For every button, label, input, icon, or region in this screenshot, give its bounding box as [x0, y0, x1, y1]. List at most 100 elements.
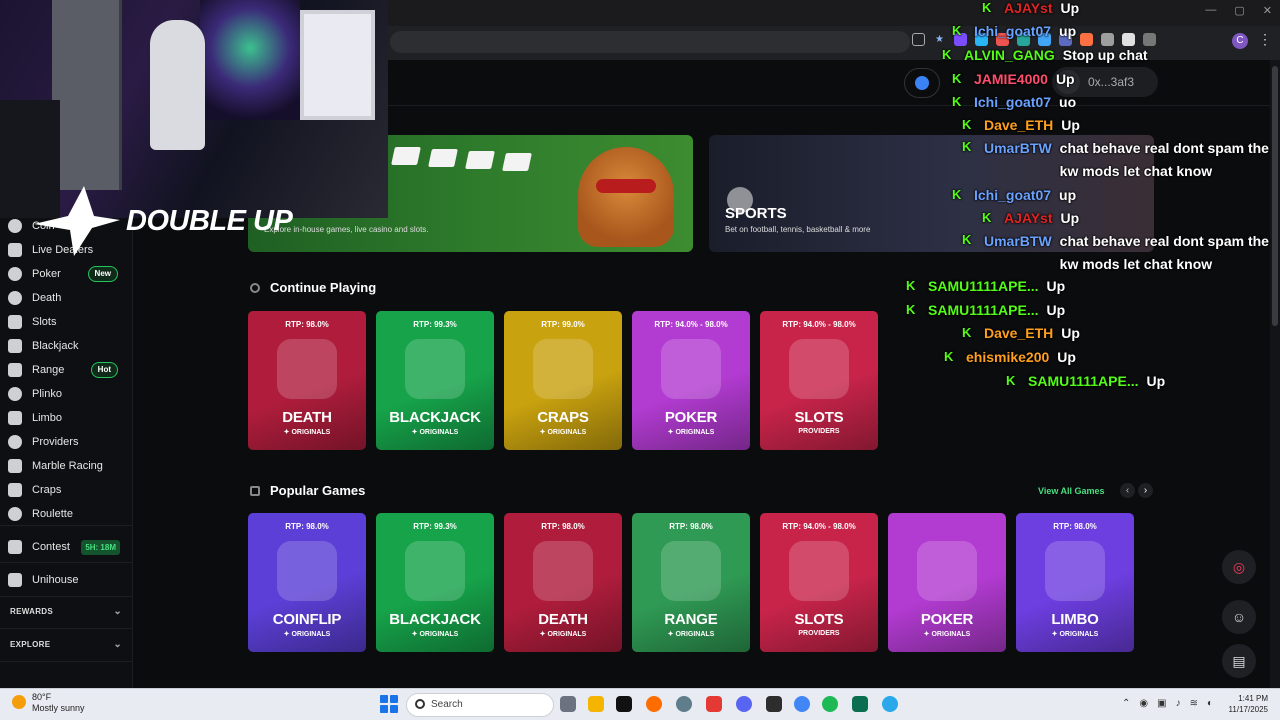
chevron-up-icon[interactable]: ⌃: [1122, 698, 1130, 709]
extension-icon[interactable]: [1017, 33, 1030, 46]
star-icon[interactable]: ★: [933, 33, 946, 46]
clock[interactable]: 1:41 PM 11/17/2025: [1216, 693, 1268, 715]
profile-avatar[interactable]: C: [1232, 33, 1248, 49]
game-card[interactable]: RTP: 99.0% CRAPS ✦ ORIGINALS: [504, 311, 622, 450]
game-category: PROVIDERS: [798, 428, 840, 435]
wifi-icon[interactable]: ≋: [1190, 698, 1198, 709]
firefox-icon[interactable]: [646, 696, 662, 712]
chat-icon[interactable]: ▤: [1222, 644, 1256, 678]
app-tray-icon[interactable]: ▣: [1157, 698, 1166, 709]
close-icon[interactable]: ✕: [1263, 4, 1272, 17]
network-icon[interactable]: ◉: [1139, 698, 1148, 709]
extension-icon[interactable]: [1038, 33, 1051, 46]
sidebar-item-roulette[interactable]: Roulette: [8, 503, 132, 525]
settings-icon[interactable]: [676, 696, 692, 712]
address-bar[interactable]: [390, 31, 910, 53]
game-card[interactable]: RTP: 98.0% RANGE ✦ ORIGINALS: [632, 513, 750, 652]
sidebar-item-range[interactable]: Range Hot: [8, 359, 132, 381]
sidebar-item-contest[interactable]: Contest 5H: 18M: [8, 536, 132, 558]
rewards-section-toggle[interactable]: REWARDS ⌄: [10, 606, 122, 617]
card-graphic: [428, 149, 458, 167]
spotify-icon[interactable]: [822, 696, 838, 712]
maximize-icon[interactable]: ▢: [1234, 4, 1244, 17]
game-card[interactable]: RTP: 98.0% LIMBO ✦ ORIGINALS: [1016, 513, 1134, 652]
sidebar-item-death[interactable]: Death: [8, 287, 132, 309]
sidebar-item-plinko[interactable]: Plinko: [8, 383, 132, 405]
game-card[interactable]: RTP: 99.3% BLACKJACK ✦ ORIGINALS: [376, 311, 494, 450]
more-menu-icon[interactable]: ⋮: [1258, 31, 1272, 48]
sidebar-item-craps[interactable]: Craps: [8, 479, 132, 501]
game-card[interactable]: RTP: 98.0% DEATH ✦ ORIGINALS: [504, 513, 622, 652]
sidebar-item-label: Blackjack: [32, 340, 79, 352]
scrollbar-thumb[interactable]: [1272, 66, 1278, 326]
game-artwork: [917, 541, 977, 601]
sidebar-item-providers[interactable]: Providers: [8, 431, 132, 453]
swirl-icon[interactable]: ◎: [1222, 550, 1256, 584]
minimize-icon[interactable]: —: [1205, 4, 1216, 17]
game-card[interactable]: RTP: 99.3% BLACKJACK ✦ ORIGINALS: [376, 513, 494, 652]
sidebar-item-slots[interactable]: Slots: [8, 311, 132, 333]
account-label: 0x...3af3: [1088, 75, 1135, 89]
account-button[interactable]: 0x...3af3: [1052, 67, 1158, 97]
logo-mark-icon: [34, 186, 120, 256]
sunglasses-graphic: [596, 179, 656, 193]
terminal-icon[interactable]: [616, 696, 632, 712]
task-view-icon[interactable]: [560, 696, 576, 712]
extension-icon[interactable]: [1122, 33, 1135, 46]
sidebar-item-unihouse[interactable]: Unihouse: [8, 569, 132, 591]
windows-start-icon[interactable]: [380, 695, 398, 713]
support-icon[interactable]: ☺: [1222, 600, 1256, 634]
sidebar-item-poker[interactable]: Poker New: [8, 263, 132, 285]
search-icon: [415, 699, 425, 709]
divider: [0, 596, 133, 597]
page-scrollbar[interactable]: [1270, 60, 1280, 688]
extension-icon[interactable]: [1101, 33, 1114, 46]
game-category: ✦ ORIGINALS: [667, 631, 715, 638]
game-artwork: [277, 541, 337, 601]
continue-playing-heading: Continue Playing: [250, 280, 376, 295]
card-graphic: [502, 153, 532, 171]
sidebar-item-label: Providers: [32, 436, 79, 448]
file-explorer-icon[interactable]: [588, 696, 604, 712]
taskbar-search[interactable]: Search: [406, 693, 554, 717]
prev-arrow-button[interactable]: ‹: [1120, 483, 1135, 498]
chrome-icon[interactable]: [794, 696, 810, 712]
streamer: [150, 20, 205, 150]
next-arrow-button[interactable]: ›: [1138, 483, 1153, 498]
explore-section-toggle[interactable]: EXPLORE ⌄: [10, 639, 122, 650]
microphone-icon[interactable]: ♪: [1176, 698, 1181, 709]
slots-icon: [8, 315, 22, 329]
section-label: REWARDS: [10, 607, 53, 616]
view-all-games-link[interactable]: View All Games: [1038, 486, 1105, 496]
sports-banner[interactable]: SPORTS Bet on football, tennis, basketba…: [709, 135, 1154, 252]
app-icon[interactable]: [766, 696, 782, 712]
game-card[interactable]: RTP: 94.0% - 98.0% SLOTS PROVIDERS: [760, 311, 878, 450]
game-card[interactable]: RTP: 98.0% DEATH ✦ ORIGINALS: [248, 311, 366, 450]
extension-icon[interactable]: [996, 33, 1009, 46]
chevron-down-icon: ⌄: [113, 639, 122, 650]
extension-icon[interactable]: [975, 33, 988, 46]
weather-widget[interactable]: 80°F Mostly sunny: [12, 692, 85, 714]
extension-icon[interactable]: [1080, 33, 1093, 46]
sidebar-item-marble-racing[interactable]: Marble Racing: [8, 455, 132, 477]
sidebar-item-limbo[interactable]: Limbo: [8, 407, 132, 429]
puzzle-icon[interactable]: [1143, 33, 1156, 46]
app-icon[interactable]: [852, 696, 868, 712]
cast-icon[interactable]: [912, 33, 925, 46]
wallet-button[interactable]: [904, 68, 940, 98]
game-card[interactable]: RTP: 98.0% COINFLIP ✦ ORIGINALS: [248, 513, 366, 652]
rtp-label: RTP: 99.3%: [413, 320, 457, 329]
extension-icon[interactable]: [954, 33, 967, 46]
discord-icon[interactable]: [736, 696, 752, 712]
game-category: ✦ ORIGINALS: [667, 429, 715, 436]
volume-icon[interactable]: ◐: [1207, 698, 1213, 709]
game-card[interactable]: RTP: 94.0% - 98.0% POKER ✦ ORIGINALS: [632, 311, 750, 450]
extension-icon[interactable]: [1059, 33, 1072, 46]
game-card[interactable]: POKER ✦ ORIGINALS: [888, 513, 1006, 652]
telegram-icon[interactable]: [882, 696, 898, 712]
sidebar-item-blackjack[interactable]: Blackjack: [8, 335, 132, 357]
game-card[interactable]: RTP: 94.0% - 98.0% SLOTS PROVIDERS: [760, 513, 878, 652]
app-icon[interactable]: [706, 696, 722, 712]
time: 1:41 PM: [1238, 694, 1268, 703]
game-category: ✦ ORIGINALS: [539, 631, 587, 638]
